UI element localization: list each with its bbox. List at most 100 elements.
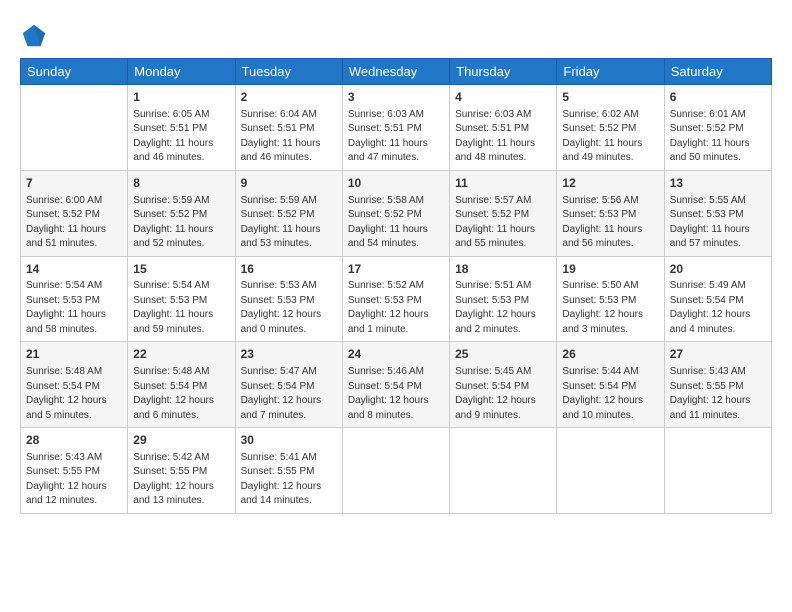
weekday-header-wednesday: Wednesday [342,59,449,85]
calendar-cell: 30 Sunrise: 5:41 AM Sunset: 5:55 PM Dayli… [235,428,342,514]
day-number: 2 [241,89,337,106]
calendar-cell: 15Sunrise: 5:54 AM Sunset: 5:53 PM Dayli… [128,256,235,342]
calendar-cell [664,428,771,514]
calendar-cell: 23 Sunrise: 5:47 AM Sunset: 5:54 PM Dayli… [235,342,342,428]
day-info: Sunrise: 5:43 AM Sunset: 5:55 PM Dayligh… [670,365,766,423]
day-number: 17 [348,261,444,278]
calendar-cell: 4 Sunrise: 6:03 AM Sunset: 5:51 PM Daylig… [450,85,557,171]
day-number: 10 [348,175,444,192]
weekday-header-friday: Friday [557,59,664,85]
day-info: Sunrise: 5:54 AM Sunset: 5:53 PM Dayligh… [26,279,122,337]
day-number: 30 [241,432,337,449]
day-info: Sunrise: 5:55 AM Sunset: 5:53 PM Dayligh… [670,194,766,252]
day-number: 9 [241,175,337,192]
calendar-cell: 12Sunrise: 5:56 AM Sunset: 5:53 PM Dayli… [557,170,664,256]
calendar-cell: 17Sunrise: 5:52 AM Sunset: 5:53 PM Dayli… [342,256,449,342]
weekday-header-tuesday: Tuesday [235,59,342,85]
calendar-cell [450,428,557,514]
calendar-header: SundayMondayTuesdayWednesdayThursdayFrid… [21,59,772,85]
day-number: 6 [670,89,766,106]
calendar-cell: 29 Sunrise: 5:42 AM Sunset: 5:55 PM Dayli… [128,428,235,514]
day-number: 20 [670,261,766,278]
day-number: 22 [133,346,229,363]
calendar-cell: 6 Sunrise: 6:01 AM Sunset: 5:52 PM Daylig… [664,85,771,171]
day-info: Sunrise: 5:59 AM Sunset: 5:52 PM Dayligh… [133,194,229,252]
day-info: Sunrise: 5:45 AM Sunset: 5:54 PM Dayligh… [455,365,551,423]
calendar-cell: 20Sunrise: 5:49 AM Sunset: 5:54 PM Dayli… [664,256,771,342]
day-info: Sunrise: 5:58 AM Sunset: 5:52 PM Dayligh… [348,194,444,252]
day-number: 1 [133,89,229,106]
day-number: 29 [133,432,229,449]
calendar-cell: 24Sunrise: 5:46 AM Sunset: 5:54 PM Dayli… [342,342,449,428]
calendar-cell: 5Sunrise: 6:02 AM Sunset: 5:52 PM Daylig… [557,85,664,171]
calendar-cell: 11 Sunrise: 5:57 AM Sunset: 5:52 PM Dayli… [450,170,557,256]
calendar-cell: 26 Sunrise: 5:44 AM Sunset: 5:54 PM Dayli… [557,342,664,428]
day-number: 18 [455,261,551,278]
day-info: Sunrise: 5:49 AM Sunset: 5:54 PM Dayligh… [670,279,766,337]
day-info: Sunrise: 6:01 AM Sunset: 5:52 PM Dayligh… [670,108,766,166]
calendar-cell: 22 Sunrise: 5:48 AM Sunset: 5:54 PM Dayli… [128,342,235,428]
day-number: 28 [26,432,122,449]
calendar-table: SundayMondayTuesdayWednesdayThursdayFrid… [20,58,772,514]
weekday-header-monday: Monday [128,59,235,85]
header [20,18,772,50]
logo-icon [20,22,48,50]
day-number: 3 [348,89,444,106]
calendar-page: SundayMondayTuesdayWednesdayThursdayFrid… [0,0,792,524]
day-info: Sunrise: 5:59 AM Sunset: 5:52 PM Dayligh… [241,194,337,252]
calendar-week-2: 7 Sunrise: 6:00 AM Sunset: 5:52 PM Daylig… [21,170,772,256]
day-number: 4 [455,89,551,106]
calendar-week-3: 14Sunrise: 5:54 AM Sunset: 5:53 PM Dayli… [21,256,772,342]
day-info: Sunrise: 5:51 AM Sunset: 5:53 PM Dayligh… [455,279,551,337]
weekday-header-row: SundayMondayTuesdayWednesdayThursdayFrid… [21,59,772,85]
calendar-cell [21,85,128,171]
weekday-header-saturday: Saturday [664,59,771,85]
day-number: 19 [562,261,658,278]
calendar-week-1: 1 Sunrise: 6:05 AM Sunset: 5:51 PM Daylig… [21,85,772,171]
calendar-cell: 25Sunrise: 5:45 AM Sunset: 5:54 PM Dayli… [450,342,557,428]
day-info: Sunrise: 5:41 AM Sunset: 5:55 PM Dayligh… [241,451,337,509]
calendar-cell: 13 Sunrise: 5:55 AM Sunset: 5:53 PM Dayli… [664,170,771,256]
day-number: 26 [562,346,658,363]
day-info: Sunrise: 5:53 AM Sunset: 5:53 PM Dayligh… [241,279,337,337]
day-number: 8 [133,175,229,192]
calendar-cell: 1 Sunrise: 6:05 AM Sunset: 5:51 PM Daylig… [128,85,235,171]
calendar-cell: 27Sunrise: 5:43 AM Sunset: 5:55 PM Dayli… [664,342,771,428]
day-number: 16 [241,261,337,278]
calendar-cell [557,428,664,514]
day-info: Sunrise: 5:47 AM Sunset: 5:54 PM Dayligh… [241,365,337,423]
calendar-week-4: 21Sunrise: 5:48 AM Sunset: 5:54 PM Dayli… [21,342,772,428]
calendar-cell: 19Sunrise: 5:50 AM Sunset: 5:53 PM Dayli… [557,256,664,342]
day-info: Sunrise: 5:56 AM Sunset: 5:53 PM Dayligh… [562,194,658,252]
day-info: Sunrise: 5:48 AM Sunset: 5:54 PM Dayligh… [133,365,229,423]
calendar-cell: 21Sunrise: 5:48 AM Sunset: 5:54 PM Dayli… [21,342,128,428]
day-info: Sunrise: 5:50 AM Sunset: 5:53 PM Dayligh… [562,279,658,337]
calendar-cell: 3Sunrise: 6:03 AM Sunset: 5:51 PM Daylig… [342,85,449,171]
day-number: 5 [562,89,658,106]
calendar-cell [342,428,449,514]
day-info: Sunrise: 5:57 AM Sunset: 5:52 PM Dayligh… [455,194,551,252]
day-number: 7 [26,175,122,192]
calendar-cell: 18Sunrise: 5:51 AM Sunset: 5:53 PM Dayli… [450,256,557,342]
day-info: Sunrise: 6:05 AM Sunset: 5:51 PM Dayligh… [133,108,229,166]
day-number: 14 [26,261,122,278]
day-info: Sunrise: 6:00 AM Sunset: 5:52 PM Dayligh… [26,194,122,252]
day-info: Sunrise: 5:54 AM Sunset: 5:53 PM Dayligh… [133,279,229,337]
day-number: 15 [133,261,229,278]
calendar-cell: 28Sunrise: 5:43 AM Sunset: 5:55 PM Dayli… [21,428,128,514]
day-info: Sunrise: 6:03 AM Sunset: 5:51 PM Dayligh… [455,108,551,166]
calendar-week-5: 28Sunrise: 5:43 AM Sunset: 5:55 PM Dayli… [21,428,772,514]
day-info: Sunrise: 5:42 AM Sunset: 5:55 PM Dayligh… [133,451,229,509]
day-info: Sunrise: 5:44 AM Sunset: 5:54 PM Dayligh… [562,365,658,423]
day-number: 13 [670,175,766,192]
day-number: 23 [241,346,337,363]
day-number: 24 [348,346,444,363]
day-info: Sunrise: 5:48 AM Sunset: 5:54 PM Dayligh… [26,365,122,423]
weekday-header-sunday: Sunday [21,59,128,85]
calendar-cell: 7 Sunrise: 6:00 AM Sunset: 5:52 PM Daylig… [21,170,128,256]
calendar-cell: 2 Sunrise: 6:04 AM Sunset: 5:51 PM Daylig… [235,85,342,171]
calendar-cell: 14Sunrise: 5:54 AM Sunset: 5:53 PM Dayli… [21,256,128,342]
day-info: Sunrise: 6:04 AM Sunset: 5:51 PM Dayligh… [241,108,337,166]
calendar-cell: 8 Sunrise: 5:59 AM Sunset: 5:52 PM Daylig… [128,170,235,256]
day-number: 11 [455,175,551,192]
